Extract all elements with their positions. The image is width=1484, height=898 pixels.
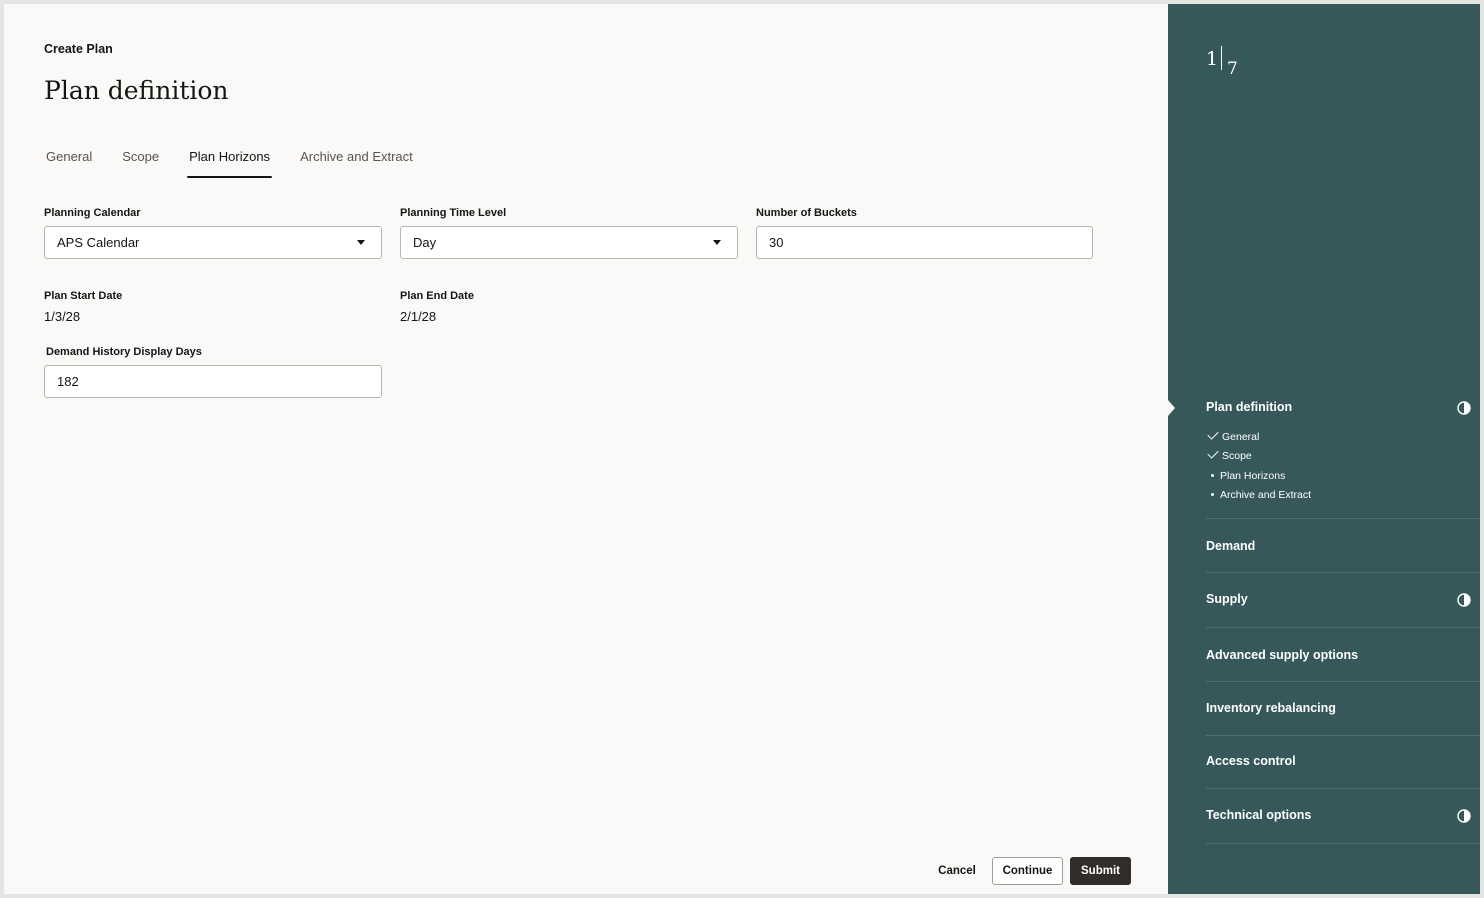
planning-time-level-value: Day [413, 235, 437, 250]
number-of-buckets-label: Number of Buckets [756, 207, 857, 219]
page-eyebrow: Create Plan [44, 42, 113, 56]
section-demand[interactable]: Demand [1206, 539, 1255, 553]
planning-calendar-value: APS Calendar [57, 235, 140, 250]
section-inventory-rebalancing[interactable]: Inventory rebalancing [1206, 701, 1336, 715]
step-divider [1221, 46, 1222, 70]
plan-start-date-value: 1/3/28 [44, 309, 81, 324]
section-advanced-supply-options[interactable]: Advanced supply options [1206, 648, 1358, 662]
continue-button[interactable]: Continue [992, 857, 1063, 885]
tab-general[interactable]: General [44, 148, 94, 178]
plan-start-date-label: Plan Start Date [44, 290, 123, 302]
cancel-button[interactable]: Cancel [932, 857, 982, 885]
demand-history-display-days-label: Demand History Display Days [46, 346, 202, 358]
tab-archive-and-extract[interactable]: Archive and Extract [298, 148, 415, 178]
number-of-buckets-input[interactable]: 30 [756, 226, 1093, 259]
bullet-icon [1211, 473, 1214, 477]
caret-down-icon [357, 240, 365, 245]
tab-bar: General Scope Plan Horizons Archive and … [44, 148, 441, 178]
submit-button[interactable]: Submit [1070, 857, 1131, 885]
current-section-pointer [1168, 400, 1175, 416]
create-plan-window: Create Plan Plan definition General Scop… [4, 4, 1480, 894]
substep-general[interactable]: General [1206, 428, 1260, 444]
substep-plan-horizons[interactable]: Plan Horizons [1206, 469, 1285, 483]
section-divider [1206, 843, 1480, 844]
caret-down-icon [713, 240, 721, 245]
section-divider [1206, 518, 1480, 519]
section-supply[interactable]: Supply [1206, 592, 1248, 606]
planning-calendar-label: Planning Calendar [44, 207, 141, 219]
substep-label: Archive and Extract [1220, 489, 1312, 501]
checkmark-icon [1207, 447, 1219, 459]
tab-plan-horizons[interactable]: Plan Horizons [187, 148, 273, 178]
total-step-number: 7 [1227, 59, 1238, 79]
substep-label: Scope [1222, 450, 1252, 462]
section-access-control[interactable]: Access control [1206, 754, 1296, 768]
planning-time-level-label: Planning Time Level [400, 207, 507, 219]
section-technical-options[interactable]: Technical options [1206, 808, 1311, 822]
section-divider [1206, 627, 1480, 628]
section-divider [1206, 572, 1480, 573]
plan-end-date-label: Plan End Date [400, 290, 474, 302]
checkmark-icon [1207, 428, 1219, 440]
in-progress-icon [1457, 593, 1471, 607]
substep-archive-and-extract[interactable]: Archive and Extract [1206, 488, 1311, 502]
bullet-icon [1211, 492, 1214, 496]
substep-label: Plan Horizons [1220, 470, 1286, 482]
main-content: Create Plan Plan definition General Scop… [4, 4, 1168, 894]
tab-scope[interactable]: Scope [120, 148, 161, 178]
section-divider [1206, 788, 1480, 789]
section-divider [1206, 681, 1480, 682]
current-step-number: 1 [1206, 48, 1219, 70]
plan-end-date-value: 2/1/28 [400, 309, 437, 324]
demand-history-display-days-value: 182 [57, 374, 79, 389]
progress-panel: 1 7 Plan definition General Scope Plan H… [1168, 4, 1480, 894]
in-progress-icon [1457, 809, 1471, 823]
in-progress-icon [1457, 401, 1471, 415]
planning-time-level-select[interactable]: Day [400, 226, 738, 259]
section-divider [1206, 735, 1480, 736]
page-title: Plan definition [44, 76, 229, 105]
demand-history-display-days-input[interactable]: 182 [44, 365, 382, 398]
substep-scope[interactable]: Scope [1206, 447, 1252, 463]
number-of-buckets-value: 30 [769, 235, 784, 250]
substep-label: General [1222, 431, 1260, 443]
section-plan-definition[interactable]: Plan definition [1206, 400, 1292, 414]
planning-calendar-select[interactable]: APS Calendar [44, 226, 382, 259]
